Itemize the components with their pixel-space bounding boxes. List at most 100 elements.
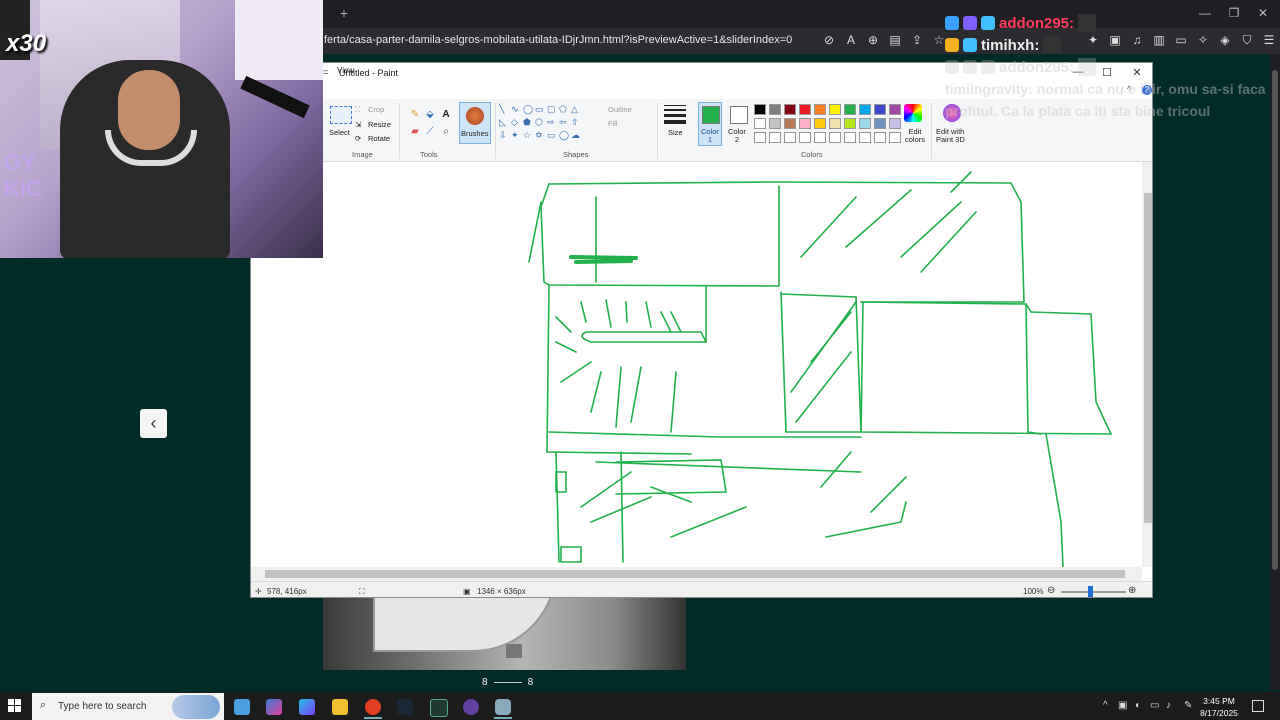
previous-slide-button[interactable]: ‹ (140, 409, 167, 438)
select-button[interactable]: Select (329, 128, 350, 137)
rounded-rect-shape-icon[interactable]: ▢ (547, 104, 556, 115)
tray-app-icon[interactable]: ▣ (1118, 700, 1127, 711)
shapes-gallery[interactable]: ╲ ∿ ◯ ▭ ▢ ⬠ △ ◺ ◇ ⬟ ⬡ ⇨ ⇦ ⇧ ⇩ ✦ ☆ ✡ ▭ ◯ … (499, 104, 597, 142)
palette-swatch[interactable] (799, 132, 811, 143)
palette-swatch[interactable] (874, 104, 886, 115)
paint-window[interactable]: = Untitled - Paint — ☐ ✕ View ^ ? Select… (250, 62, 1153, 598)
tab-view[interactable]: View (337, 66, 354, 75)
palette-swatch[interactable] (769, 132, 781, 143)
palette-swatch[interactable] (859, 132, 871, 143)
edit-colors-button[interactable]: Edit colors (905, 128, 925, 144)
color2-label[interactable]: Color 2 (728, 128, 746, 144)
pen-icon[interactable]: ✎ (1184, 700, 1192, 711)
edit-colors-icon[interactable] (904, 104, 922, 122)
six-point-star-icon[interactable]: ✡ (535, 130, 543, 141)
palette-swatch[interactable] (889, 104, 901, 115)
palette-swatch[interactable] (799, 118, 811, 129)
zoom-out-icon[interactable]: ⊖ (1047, 585, 1055, 596)
palette-swatch[interactable] (844, 104, 856, 115)
hexagon-shape-icon[interactable]: ⬡ (535, 117, 543, 128)
brave-browser-icon[interactable] (365, 699, 381, 715)
left-arrow-shape-icon[interactable]: ⇦ (559, 117, 567, 128)
volume-icon[interactable]: ♪ (1166, 700, 1171, 711)
rectangle-shape-icon[interactable]: ▭ (535, 104, 544, 115)
palette-swatch[interactable] (769, 104, 781, 115)
ai-app-icon[interactable] (299, 699, 315, 715)
quick-access-icon[interactable]: = (323, 67, 328, 77)
palette-swatch[interactable] (754, 104, 766, 115)
taskbar-clock[interactable]: 3:45 PM 8/17/2025 (1199, 695, 1239, 719)
palette-swatch[interactable] (829, 104, 841, 115)
obs-icon[interactable] (463, 699, 479, 715)
palette-swatch[interactable] (844, 118, 856, 129)
palette-swatch[interactable] (754, 118, 766, 129)
bookmark-icon[interactable]: ☆ (932, 33, 946, 47)
palette-swatch[interactable] (784, 132, 796, 143)
translate-icon[interactable]: A (844, 33, 858, 47)
size-icon[interactable] (664, 105, 686, 125)
network-icon[interactable]: ▭ (1150, 700, 1159, 711)
paint-app-icon[interactable] (495, 699, 511, 715)
url-text[interactable]: ferta/casa-parter-damila-selgros-mobilat… (324, 34, 792, 46)
up-arrow-shape-icon[interactable]: ⇧ (571, 117, 579, 128)
task-view-icon[interactable] (234, 699, 250, 715)
new-tab-button[interactable]: + (336, 5, 352, 21)
palette-swatch[interactable] (769, 118, 781, 129)
resize-button[interactable]: Resize (368, 120, 391, 129)
palette-swatch[interactable] (799, 104, 811, 115)
drawing-canvas[interactable] (251, 162, 1142, 568)
polygon-shape-icon[interactable]: ⬠ (559, 104, 567, 115)
color2-swatch[interactable] (730, 106, 748, 124)
palette-swatch[interactable] (784, 118, 796, 129)
palette-swatch[interactable] (784, 104, 796, 115)
eraser-icon[interactable]: ▰ (409, 126, 421, 138)
color-picker-icon[interactable]: ⟋ (424, 126, 436, 138)
eye-slash-icon[interactable]: ⊘ (822, 33, 836, 47)
callout-oval-icon[interactable]: ◯ (559, 130, 569, 141)
zoom-icon[interactable]: ⊕ (866, 33, 880, 47)
fill-bucket-icon[interactable]: ⬙ (424, 109, 436, 121)
palette-swatch[interactable] (874, 132, 886, 143)
down-arrow-shape-icon[interactable]: ⇩ (499, 130, 507, 141)
right-arrow-shape-icon[interactable]: ⇨ (547, 117, 555, 128)
tray-chevron-icon[interactable]: ^ (1103, 700, 1108, 711)
windows-start-icon[interactable] (8, 699, 22, 713)
reader-icon[interactable]: ▤ (888, 33, 902, 47)
page-scrollbar-thumb[interactable] (1272, 70, 1278, 570)
copilot-icon[interactable] (266, 699, 282, 715)
canvas-horizontal-scroll-thumb[interactable] (265, 570, 1125, 578)
share-icon[interactable]: ⇪ (910, 33, 924, 47)
steam-icon[interactable] (397, 699, 413, 715)
file-explorer-icon[interactable] (332, 699, 348, 715)
color-palette[interactable] (754, 104, 901, 143)
zoom-in-icon[interactable]: ⊕ (1128, 585, 1136, 596)
magnifier-icon[interactable]: ⌕ (440, 126, 452, 138)
palette-swatch[interactable] (874, 118, 886, 129)
terminal-icon[interactable] (430, 699, 448, 717)
callout-rect-icon[interactable]: ▭ (547, 130, 556, 141)
cloud-shape-icon[interactable]: ☁ (571, 130, 580, 141)
right-triangle-shape-icon[interactable]: ◺ (499, 117, 506, 128)
pentagon-shape-icon[interactable]: ⬟ (523, 117, 531, 128)
palette-swatch[interactable] (814, 104, 826, 115)
diamond-shape-icon[interactable]: ◇ (511, 117, 518, 128)
zoom-slider-thumb[interactable] (1088, 586, 1093, 597)
four-point-star-icon[interactable]: ✦ (511, 130, 519, 141)
palette-swatch[interactable] (829, 118, 841, 129)
size-button[interactable]: Size (668, 128, 683, 137)
pencil-icon[interactable]: ✎ (409, 109, 421, 121)
canvas-vertical-scroll-thumb[interactable] (1144, 193, 1152, 523)
palette-swatch[interactable] (814, 132, 826, 143)
palette-swatch[interactable] (844, 132, 856, 143)
palette-swatch[interactable] (754, 132, 766, 143)
edit-with-paint3d-button[interactable]: Edit with Paint 3D (936, 128, 965, 144)
palette-swatch[interactable] (889, 132, 901, 143)
palette-swatch[interactable] (859, 118, 871, 129)
text-icon[interactable]: A (440, 109, 452, 121)
zoom-slider[interactable] (1061, 591, 1126, 593)
notification-icon[interactable] (1252, 700, 1264, 712)
rotate-button[interactable]: Rotate (368, 134, 390, 143)
select-icon[interactable] (330, 106, 352, 124)
curve-shape-icon[interactable]: ∿ (511, 104, 519, 115)
palette-swatch[interactable] (814, 118, 826, 129)
